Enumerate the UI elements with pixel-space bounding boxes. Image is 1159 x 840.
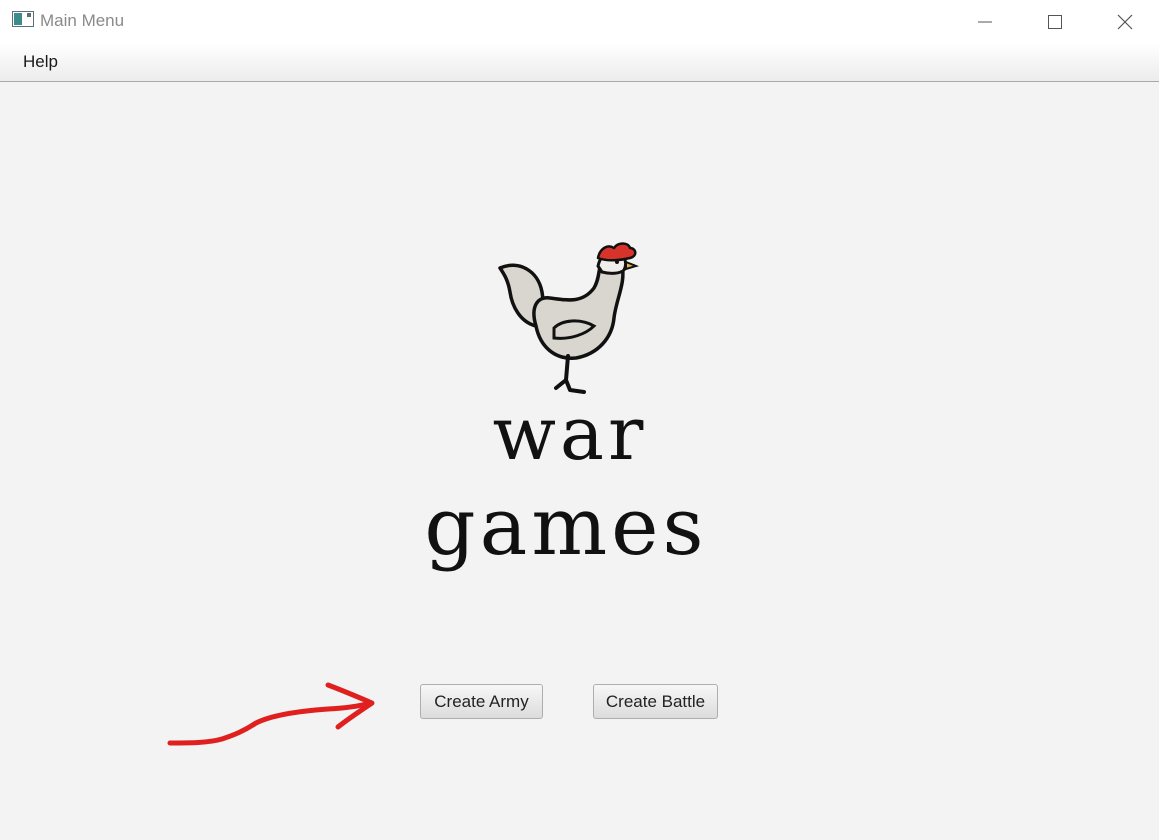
- close-icon: [1117, 14, 1133, 29]
- title-bar[interactable]: Main Menu: [0, 0, 1159, 43]
- window-title: Main Menu: [40, 11, 125, 30]
- logo-text-war: war: [492, 391, 648, 477]
- rooster-icon: [498, 242, 640, 394]
- logo-text-games: games: [424, 480, 708, 573]
- create-army-button[interactable]: Create Army: [420, 684, 543, 719]
- minimize-button[interactable]: [950, 0, 1020, 43]
- menu-help[interactable]: Help: [12, 49, 69, 75]
- minimize-icon: [978, 21, 992, 22]
- app-icon: [12, 11, 34, 27]
- maximize-icon: [1048, 14, 1062, 29]
- menu-bar: Help: [0, 43, 1159, 82]
- main-content: war games Create Army Create Battle: [0, 82, 1159, 838]
- close-button[interactable]: [1090, 0, 1159, 43]
- main-window: Main Menu Help war games Create Army Cre…: [0, 0, 1159, 840]
- arrow-icon: [167, 682, 375, 746]
- maximize-button[interactable]: [1020, 0, 1090, 43]
- create-battle-button[interactable]: Create Battle: [593, 684, 718, 719]
